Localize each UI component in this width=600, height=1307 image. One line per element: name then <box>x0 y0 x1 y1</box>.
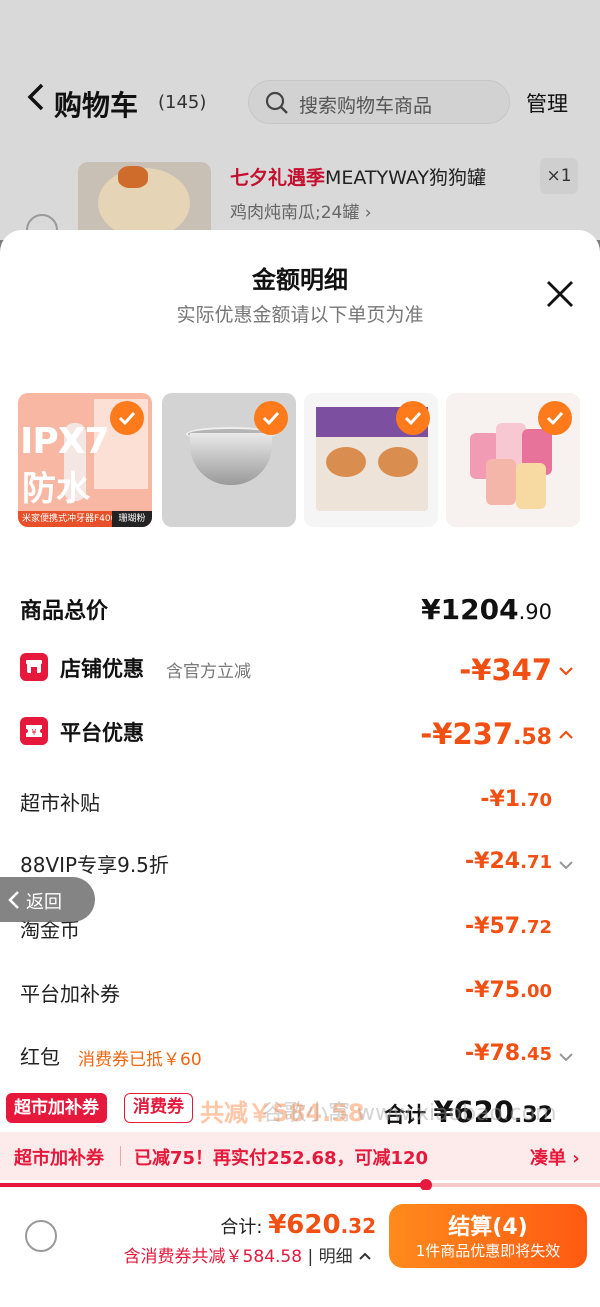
detail-row-supermarket: 超市补贴 -¥1.70 <box>20 787 580 819</box>
watermark: 谷歌小窝 www.xiaobao.com <box>262 1101 557 1126</box>
product-color-tag: 珊瑚粉 <box>112 511 152 527</box>
detail-row-taojinbi: 淘金币 -¥57.72 <box>20 914 580 946</box>
shop-discount-row[interactable]: 店铺优惠 含官方立减 -¥347 <box>20 653 580 689</box>
product-thumb-treats[interactable] <box>446 393 580 527</box>
selected-products: IPX7 防水 米家便携式冲牙器F400 珊瑚粉 <box>18 393 588 527</box>
back-button[interactable]: 返回 <box>0 877 95 922</box>
detail-value: -¥57.72 <box>465 914 552 939</box>
back-label: 返回 <box>26 892 62 913</box>
manage-button[interactable]: 管理 <box>526 88 568 118</box>
total-price-value: ¥1204.90 <box>421 593 552 626</box>
promo-progress-fill <box>0 1183 426 1187</box>
checkout-footer: 合计: ¥620.32 含消费券共减￥584.58 | 明细 结算(4) 1件商… <box>0 1190 600 1307</box>
cart-search-input[interactable]: 搜索购物车商品 <box>248 80 510 124</box>
sheet-title: 金额明细 <box>252 266 348 294</box>
platform-discount-label: 平台优惠 <box>60 721 144 745</box>
add-items-link[interactable]: 凑单 › <box>530 1144 580 1170</box>
check-icon[interactable] <box>538 401 572 435</box>
chevron-down-icon[interactable] <box>558 663 574 679</box>
check-icon[interactable] <box>396 401 430 435</box>
consumption-coupon-tag[interactable]: 消费券 <box>124 1093 193 1123</box>
cart-item-promo: 七夕礼遇季 <box>230 167 326 189</box>
product-promo-text-2: 防水 <box>22 469 90 509</box>
coupon-icon: ¥ <box>20 717 48 745</box>
cart-header: 购物车 (145) 搜索购物车商品 管理 <box>0 72 600 132</box>
detail-value: -¥1.70 <box>480 787 552 812</box>
platform-discount-row[interactable]: ¥ 平台优惠 -¥237.58 <box>20 717 580 753</box>
detail-extra-note: 消费券已抵￥60 <box>78 1050 202 1070</box>
footer-discount-detail[interactable]: 含消费券共减￥584.58 | 明细 <box>124 1242 372 1267</box>
footer-total: 合计: ¥620.32 <box>220 1210 376 1240</box>
detail-label: 平台加补券 <box>20 982 120 1006</box>
detail-row-redpacket[interactable]: 红包 消费券已抵￥60 -¥78.45 <box>20 1041 580 1073</box>
checkout-button[interactable]: 结算(4) 1件商品优惠即将失效 <box>389 1204 587 1268</box>
platform-discount-value: -¥237.58 <box>420 717 552 751</box>
promo-progress <box>0 1179 600 1191</box>
promo-bar-message: 已减75！再实付252.68，可减120 <box>134 1148 429 1169</box>
chevron-left-icon <box>8 891 19 909</box>
chevron-up-icon[interactable] <box>558 727 574 743</box>
detail-row-88vip[interactable]: 88VIP专享9.5折 -¥24.71 <box>20 849 580 881</box>
search-icon <box>265 91 288 114</box>
detail-row-platform-coupon: 平台加补券 -¥75.00 <box>20 978 580 1010</box>
checkout-hint: 1件商品优惠即将失效 <box>415 1242 561 1260</box>
cart-item-quantity[interactable]: ×1 <box>540 158 578 194</box>
search-placeholder: 搜索购物车商品 <box>299 95 433 117</box>
promo-bar[interactable]: 超市加补券 已减75！再实付252.68，可减120 凑单 › <box>0 1132 600 1180</box>
product-promo-text: IPX7 <box>20 421 110 462</box>
cart-title: 购物车 <box>54 89 139 122</box>
chevron-down-icon[interactable] <box>558 1049 574 1065</box>
total-price-label: 商品总价 <box>20 599 109 624</box>
detail-link[interactable]: 明细 <box>319 1247 353 1267</box>
detail-label: 88VIP专享9.5折 <box>20 853 169 877</box>
close-icon[interactable] <box>544 278 576 310</box>
cart-item[interactable]: 七夕礼遇季MEATYWAY狗狗罐 鸡肉炖南瓜;24罐 › ×1 <box>0 158 600 246</box>
detail-label: 红包 <box>20 1045 60 1069</box>
select-all-checkbox[interactable] <box>25 1220 57 1252</box>
checkout-label: 结算(4) <box>448 1215 528 1240</box>
chevron-up-icon[interactable] <box>358 1250 372 1262</box>
sheet-subtitle: 实际优惠金额请以下单页为准 <box>176 304 424 326</box>
total-price-row: 商品总价 ¥1204.90 <box>20 593 580 629</box>
detail-value: -¥75.00 <box>465 978 552 1003</box>
back-arrow-icon[interactable] <box>26 82 46 112</box>
product-thumb-waterflosser[interactable]: IPX7 防水 米家便携式冲牙器F400 珊瑚粉 <box>18 393 152 527</box>
product-thumb-catfood[interactable] <box>304 393 438 527</box>
supermarket-coupon-tag[interactable]: 超市加补券 <box>6 1093 107 1123</box>
shop-discount-value: -¥347 <box>459 653 552 687</box>
detail-value: -¥24.71 <box>465 849 552 874</box>
cart-item-image[interactable] <box>78 162 211 240</box>
check-icon[interactable] <box>254 401 288 435</box>
cart-background: 购物车 (145) 搜索购物车商品 管理 七夕礼遇季MEATYWAY狗狗罐 鸡肉… <box>0 0 600 246</box>
promo-bar-tag: 超市加补券 <box>14 1148 104 1169</box>
shop-discount-note: 含官方立减 <box>166 662 251 682</box>
cart-count: (145) <box>158 92 207 113</box>
chevron-down-icon[interactable] <box>558 857 574 873</box>
product-thumb-bowl[interactable] <box>162 393 296 527</box>
divider <box>120 1146 121 1166</box>
detail-label: 超市补贴 <box>20 791 100 815</box>
shop-icon <box>20 653 48 681</box>
detail-value: -¥78.45 <box>465 1041 552 1066</box>
check-icon[interactable] <box>110 401 144 435</box>
svg-text:¥: ¥ <box>31 728 36 737</box>
cart-item-sku[interactable]: 鸡肉炖南瓜;24罐 › <box>230 198 372 223</box>
cart-item-name[interactable]: 七夕礼遇季MEATYWAY狗狗罐 <box>230 163 486 190</box>
cart-item-title: MEATYWAY狗狗罐 <box>325 167 487 189</box>
shop-discount-label: 店铺优惠 <box>60 657 144 681</box>
